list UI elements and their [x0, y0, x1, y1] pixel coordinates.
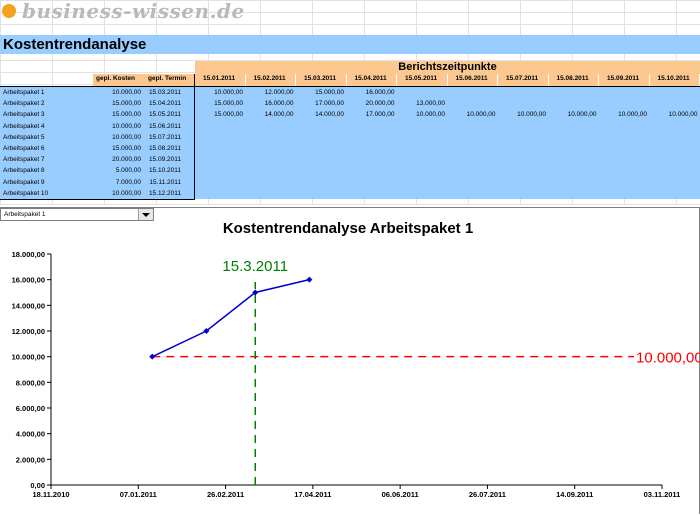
y-tick-label: 6.000,00 [16, 404, 45, 413]
planned-date-label: 15.3.2011 [222, 258, 288, 275]
cost-trend-chart: Kostentrendanalyse Arbeitspaket 1 0,00 2.… [12, 220, 700, 499]
y-tick-label: 18.000,00 [12, 250, 45, 259]
y-tick-label: 14.000,00 [12, 301, 45, 310]
chart-title: Kostentrendanalyse Arbeitspaket 1 [223, 220, 473, 237]
data-point [306, 276, 313, 283]
y-tick-label: 12.000,00 [12, 327, 45, 336]
x-tick-label: 06.06.2011 [382, 490, 419, 499]
y-tick-label: 0,00 [30, 481, 45, 490]
y-tick-label: 8.000,00 [16, 378, 45, 387]
y-tick-label: 4.000,00 [16, 430, 45, 439]
x-tick-label: 17.04.2011 [294, 490, 331, 499]
y-tick-label: 16.000,00 [12, 276, 45, 285]
data-point [149, 353, 156, 360]
x-tick-label: 07.01.2011 [120, 490, 157, 499]
x-tick-label: 14.09.2011 [556, 490, 593, 499]
x-tick-label: 18.11.2010 [32, 490, 69, 499]
planned-cost-label: 10.000,00 [636, 350, 700, 367]
series-line [151, 278, 310, 358]
y-tick-label: 2.000,00 [16, 455, 45, 464]
y-tick-label: 10.000,00 [12, 353, 45, 362]
x-tick-label: 26.07.2011 [469, 490, 506, 499]
x-tick-label: 03.11.2011 [644, 490, 681, 499]
x-tick-label: 26.02.2011 [207, 490, 244, 499]
